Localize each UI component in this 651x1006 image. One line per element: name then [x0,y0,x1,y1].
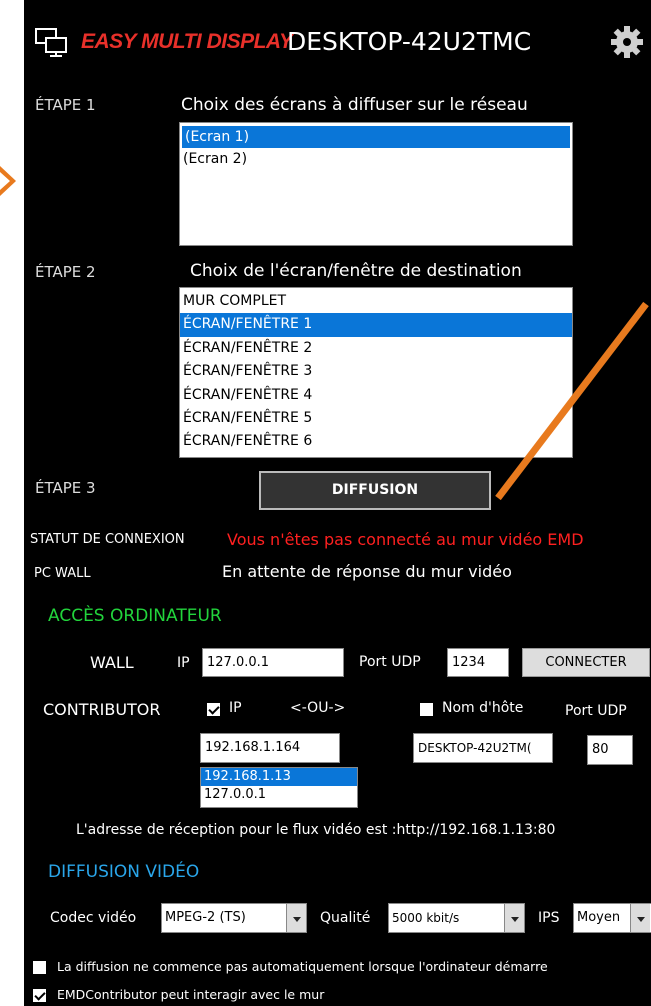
diffusion-button[interactable]: DIFFUSION [259,471,491,510]
connect-button[interactable]: CONNECTER [522,648,650,677]
chevron-down-icon[interactable] [504,904,524,932]
reception-address-text: L'adresse de réception pour le flux vidé… [76,822,556,838]
codec-select-value: MPEG-2 (TS) [165,910,246,925]
step2-label: ÉTAPE 2 [35,263,96,281]
screen-source-item[interactable]: (Ecran 2) [180,148,572,170]
contributor-hostname-input[interactable]: DESKTOP-42U2TM( [413,733,553,763]
video-section-title: DIFFUSION VIDÉO [48,862,200,882]
connection-status-value: Vous n'êtes pas connecté au mur vidéo EM… [227,530,584,549]
or-label: <-OU-> [290,700,346,716]
pcwall-status-value: En attente de réponse du mur vidéo [222,562,512,581]
local-ip-list[interactable]: 192.168.1.13 127.0.0.1 [200,767,358,808]
step1-label: ÉTAPE 1 [35,96,96,114]
contributor-ip-checkbox[interactable] [207,703,220,716]
annotation-arrow-icon [495,301,649,501]
contributor-ip-label: IP [229,700,242,716]
codec-label: Codec vidéo [50,910,137,926]
wall-ip-input[interactable]: 127.0.0.1 [202,648,344,677]
autostart-checkbox[interactable] [33,961,46,974]
ips-select-value: Moyen [577,910,621,925]
quality-select[interactable]: 5000 kbit/s [388,903,525,933]
contributor-ip-input[interactable]: 192.168.1.164 [200,733,340,763]
local-ip-item[interactable]: 192.168.1.13 [201,768,357,786]
wall-port-input[interactable]: 1234 [447,648,509,677]
chevron-down-icon[interactable] [630,904,650,932]
access-section-title: ACCÈS ORDINATEUR [48,606,222,626]
contributor-port-label: Port UDP [565,703,627,719]
interact-label: EMDContributor peut interagir avec le mu… [57,987,325,1002]
step3-label: ÉTAPE 3 [35,479,96,497]
quality-label: Qualité [320,910,371,926]
ips-select[interactable]: Moyen [573,903,651,933]
hostname-label: Nom d'hôte [442,700,524,716]
pcwall-label: PC WALL [34,566,91,581]
annotation-arrow-left-icon [0,166,16,196]
wall-ip-label: IP [177,655,190,671]
step1-title: Choix des écrans à diffuser sur le résea… [181,95,528,115]
app-brand: EASY MULTI DISPLAY [81,30,293,53]
computer-name: DESKTOP-42U2TMC [287,27,532,56]
hostname-checkbox[interactable] [420,703,433,716]
step2-title: Choix de l'écran/fenêtre de destination [190,261,522,281]
contributor-label: CONTRIBUTOR [43,700,161,719]
app-window: EASY MULTI DISPLAY DESKTOP-42U2TMC ÉTAPE… [24,0,651,1006]
connection-status-label: STATUT DE CONNEXION [30,532,185,547]
quality-select-value: 5000 kbit/s [392,911,460,925]
local-ip-item[interactable]: 127.0.0.1 [201,786,357,804]
interact-checkbox[interactable] [33,989,46,1002]
ips-label: IPS [538,910,560,926]
gear-icon[interactable] [607,24,647,60]
monitor-network-icon [35,28,67,57]
screen-source-list[interactable]: (Ecran 1) (Ecran 2) [179,122,573,246]
codec-select[interactable]: MPEG-2 (TS) [161,903,307,933]
wall-label: WALL [90,653,134,672]
autostart-label: La diffusion ne commence pas automatique… [57,959,548,974]
wall-port-label: Port UDP [359,654,421,670]
screen-source-item[interactable]: (Ecran 1) [182,126,570,148]
chevron-down-icon[interactable] [286,904,306,932]
contributor-port-input[interactable]: 80 [587,735,633,765]
